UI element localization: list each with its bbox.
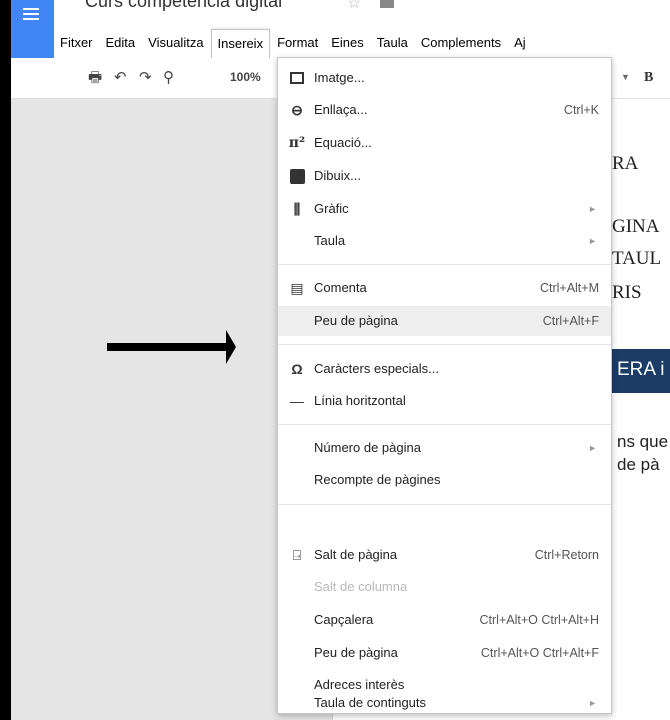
menu-item-header[interactable]: Capçalera Ctrl+Alt+O Ctrl+Alt+H [278, 605, 611, 635]
doc-line: TAUL [612, 248, 662, 269]
link-icon: ⊖ [291, 102, 303, 118]
menu-visualitza[interactable]: Visualitza [142, 29, 209, 57]
menu-item-label: Taula de continguts [314, 695, 427, 710]
menu-item-footnote[interactable]: Peu de pàgina Ctrl+Alt+F [278, 306, 611, 336]
menu-separator [278, 504, 611, 505]
menu-edita[interactable]: Edita [100, 29, 142, 57]
horizontal-line-icon: — [290, 393, 304, 409]
menu-complements[interactable]: Complements [415, 29, 507, 57]
menu-item-footer[interactable]: Peu de pàgina Ctrl+Alt+O Ctrl+Alt+F [278, 638, 611, 668]
menu-taula[interactable]: Taula [371, 29, 414, 57]
drawing-icon [288, 161, 306, 194]
menu-item-label: Peu de pàgina [314, 645, 398, 660]
menu-item-label: Caràcters especials... [314, 361, 439, 376]
doc-body-line: ns que [617, 432, 669, 451]
menu-item-label: Capçalera [314, 612, 374, 627]
print-icon[interactable]: 🖶 [88, 69, 102, 87]
document-title[interactable]: Curs competència digital [85, 0, 282, 12]
menu-separator [278, 424, 611, 425]
equation-icon: π² [288, 135, 306, 151]
image-icon [288, 63, 306, 94]
menu-item-label: Dibuix... [314, 168, 361, 183]
title-bar: Curs competència digital ☆ [11, 0, 670, 28]
doc-heading: ERA i I [617, 359, 670, 380]
star-icon[interactable]: ☆ [347, 0, 361, 13]
docs-logo-icon[interactable] [11, 0, 54, 58]
submenu-arrow-icon: ► [588, 443, 597, 453]
menu-item-label: Número de pàgina [314, 440, 421, 455]
page-break-icon: ⍈ [292, 547, 302, 563]
chart-icon: ⫼ [293, 201, 301, 217]
submenu-arrow-icon: ► [588, 698, 597, 708]
menu-item-shortcut: Ctrl+K [563, 103, 599, 117]
arrow-right-icon [226, 330, 236, 364]
menu-item-label: Taula [314, 233, 346, 248]
menu-item-link[interactable]: ⊖ Enllaça... Ctrl+K [278, 95, 611, 125]
zoom-select[interactable]: 100% [230, 70, 261, 84]
doc-line: GINA [612, 216, 660, 237]
menu-item-chart[interactable]: ⫼ Gràfic ► [278, 194, 611, 224]
menu-item-label: Imatge... [314, 70, 365, 85]
menu-separator [278, 264, 611, 265]
menu-item-image[interactable]: Imatge... [278, 63, 611, 93]
menu-item-label: Comenta [314, 280, 367, 295]
paint-format-icon[interactable]: ⚲ [163, 69, 174, 87]
menu-ajuda[interactable]: Aj [508, 29, 532, 57]
comment-icon: ▤ [290, 280, 304, 296]
menu-item-special-characters[interactable]: Ω Caràcters especials... [278, 354, 611, 384]
menu-separator [278, 344, 611, 345]
doc-line: RIS [612, 282, 642, 303]
menu-item-label: Peu de pàgina [314, 313, 398, 328]
menu-item-shortcut: Ctrl+Retorn [534, 548, 599, 562]
menu-item-page-number[interactable]: Número de pàgina ► [278, 433, 611, 463]
menu-item-equation[interactable]: π² Equació... [278, 128, 611, 158]
menu-item-horizontal-line[interactable]: — Línia horitzontal [278, 386, 611, 416]
folder-icon[interactable] [380, 0, 394, 8]
menu-item-comment[interactable]: ▤ Comenta Ctrl+Alt+M [278, 273, 611, 303]
submenu-arrow-icon: ► [588, 204, 597, 214]
menu-item-column-break: Salt de columna [278, 572, 611, 602]
omega-icon: Ω [291, 361, 303, 377]
doc-line: RA [612, 153, 639, 174]
menu-item-label: Salt de pàgina [314, 547, 398, 562]
submenu-arrow-icon: ► [588, 236, 597, 246]
app-window: Curs competència digital ☆ Fitxer Edita … [11, 0, 670, 720]
menu-item-label: Recompte de pàgines [314, 472, 441, 487]
menu-item-shortcut: Ctrl+Alt+F [542, 314, 599, 328]
menu-item-label: Enllaça... [314, 102, 368, 117]
menu-item-shortcut: Ctrl+Alt+O Ctrl+Alt+F [480, 646, 599, 660]
menu-item-table-of-contents[interactable]: Taula de continguts ► [278, 695, 611, 712]
menu-format[interactable]: Format [271, 29, 324, 57]
menu-item-drawing[interactable]: Dibuix... [278, 161, 611, 191]
menu-item-page-break[interactable]: ⍈ Salt de pàgina Ctrl+Retorn [278, 540, 611, 570]
menu-item-shortcut: Ctrl+Alt+O Ctrl+Alt+H [479, 613, 599, 627]
redo-icon[interactable]: ↷ [139, 69, 152, 87]
menu-item-shortcut: Ctrl+Alt+M [539, 281, 599, 295]
menu-item-page-count[interactable]: Recompte de pàgines [278, 465, 611, 495]
menu-item-label: Línia horitzontal [314, 393, 406, 408]
menu-item-label: Gràfic [314, 201, 349, 216]
menu-insereix[interactable]: Insereix [210, 28, 271, 58]
menu-item-label: Equació... [314, 135, 372, 150]
insert-menu: Imatge... ⊖ Enllaça... Ctrl+K π² Equació… [277, 57, 612, 714]
menu-eines[interactable]: Eines [325, 29, 370, 57]
menu-fitxer[interactable]: Fitxer [54, 29, 99, 57]
arrow-shaft [107, 343, 231, 351]
menu-item-table[interactable]: Taula ► [278, 226, 611, 256]
menu-item-label: Salt de columna [314, 579, 408, 594]
doc-body-line: de pà [617, 455, 660, 474]
menu-bar: Fitxer Edita Visualitza Insereix Format … [54, 28, 670, 58]
undo-icon[interactable]: ↶ [114, 69, 127, 87]
